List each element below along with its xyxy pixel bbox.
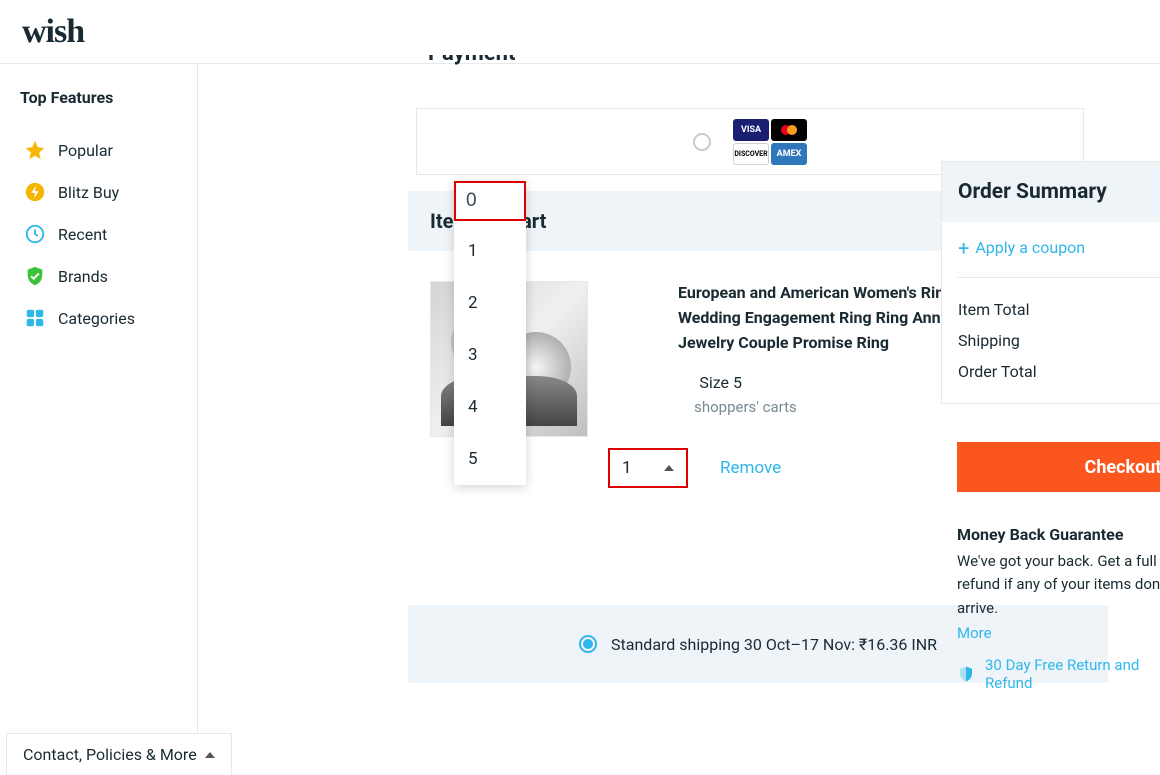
- guarantee-title: Money Back Guarantee: [957, 525, 1160, 544]
- order-summary-panel: Order Summary + Apply a coupon Item Tota…: [941, 161, 1160, 404]
- shield-check-icon: [24, 265, 46, 287]
- remove-link[interactable]: Remove: [720, 458, 781, 478]
- money-back-guarantee: Money Back Guarantee We've got your back…: [957, 525, 1160, 642]
- quantity-option[interactable]: 4: [454, 381, 526, 433]
- sidebar-item-label: Recent: [58, 225, 107, 244]
- payment-section-title: Payment: [428, 55, 515, 69]
- sidebar-item-label: Popular: [58, 141, 113, 160]
- sidebar-item-label: Brands: [58, 267, 108, 286]
- quantity-option[interactable]: 3: [454, 329, 526, 381]
- shipping-radio-selected[interactable]: [579, 635, 597, 653]
- payment-radio[interactable]: [693, 133, 711, 151]
- quantity-dropdown: 1 2 3 4 5: [454, 181, 526, 485]
- discover-icon: DISCOVER: [733, 143, 769, 165]
- sidebar-heading: Top Features: [20, 88, 183, 107]
- top-header: wish: [0, 0, 1160, 64]
- quantity-input-wrap: [454, 181, 526, 221]
- quantity-input[interactable]: [456, 183, 524, 219]
- chevron-up-icon: [205, 752, 215, 758]
- learn-more-link[interactable]: More: [957, 624, 992, 642]
- grid-icon: [24, 307, 46, 329]
- sidebar-item-blitz[interactable]: Blitz Buy: [20, 171, 183, 213]
- sidebar-item-label: Categories: [58, 309, 135, 328]
- order-line-order-total: Order Total: [958, 356, 1160, 387]
- shield-icon: [957, 665, 975, 683]
- order-line-item-total: Item Total: [958, 294, 1160, 325]
- plus-icon: +: [958, 241, 969, 255]
- sidebar-item-label: Blitz Buy: [58, 183, 119, 202]
- contact-policies-button[interactable]: Contact, Policies & More: [6, 733, 232, 775]
- clock-icon: [24, 223, 46, 245]
- quantity-option[interactable]: 5: [454, 433, 526, 485]
- blitz-icon: [24, 181, 46, 203]
- visa-icon: VISA: [733, 119, 769, 141]
- card-brand-icons: VISA DISCOVER AMEX: [733, 119, 807, 165]
- quantity-value: 1: [622, 458, 632, 478]
- order-line-shipping: Shipping: [958, 325, 1160, 356]
- star-icon: [24, 139, 46, 161]
- apply-coupon-link[interactable]: + Apply a coupon: [958, 238, 1160, 278]
- sidebar-item-recent[interactable]: Recent: [20, 213, 183, 255]
- shipping-text: Standard shipping 30 Oct–17 Nov: ₹16.36 …: [611, 635, 937, 654]
- wish-logo[interactable]: wish: [22, 13, 84, 51]
- quantity-option[interactable]: 2: [454, 277, 526, 329]
- checkout-button[interactable]: Checkout: [957, 442, 1160, 492]
- sidebar-item-brands[interactable]: Brands: [20, 255, 183, 297]
- sidebar-item-categories[interactable]: Categories: [20, 297, 183, 339]
- quantity-selector[interactable]: 1: [608, 448, 688, 488]
- amex-icon: AMEX: [771, 143, 807, 165]
- guarantee-body: We've got your back. Get a full refund i…: [957, 550, 1160, 620]
- caret-up-icon: [664, 465, 674, 471]
- scroll-edge: [198, 334, 202, 414]
- sidebar: Top Features Popular Blitz Buy Recent Br…: [0, 64, 198, 775]
- sidebar-item-popular[interactable]: Popular: [20, 129, 183, 171]
- return-policy-link[interactable]: 30 Day Free Return and Refund: [957, 656, 1160, 692]
- order-summary-heading: Order Summary: [942, 162, 1160, 222]
- mastercard-icon: [771, 119, 807, 141]
- quantity-options-list[interactable]: 1 2 3 4 5: [454, 225, 526, 485]
- quantity-option[interactable]: 1: [454, 225, 526, 277]
